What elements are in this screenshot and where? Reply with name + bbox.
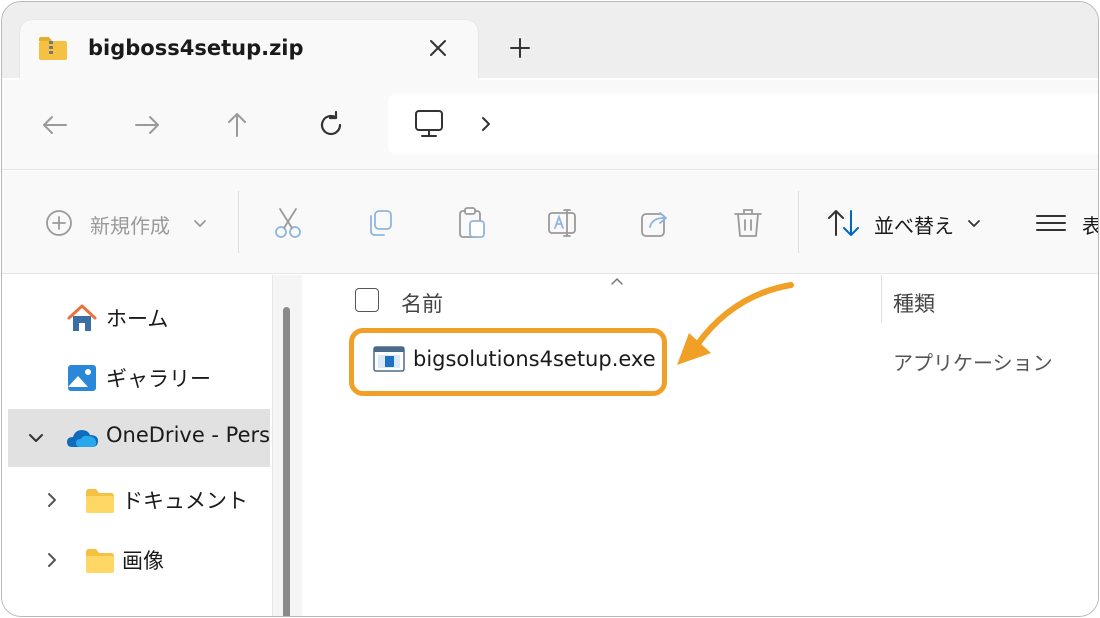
chevron-down-icon[interactable]: [192, 205, 208, 241]
sidebar-item-gallery[interactable]: ギャラリー: [2, 349, 270, 407]
gallery-icon: [68, 365, 96, 391]
folder-icon: [86, 549, 114, 573]
sort-button[interactable]: 並べ替え: [874, 210, 954, 239]
file-name[interactable]: bigsolutions4setup.exe: [413, 347, 656, 371]
divider: [238, 191, 239, 253]
divider: [798, 191, 799, 253]
home-icon: [67, 304, 97, 331]
folder-icon: [86, 489, 114, 513]
rename-icon[interactable]: [546, 205, 582, 241]
sidebar-item-label: ホーム: [106, 307, 169, 331]
chevron-right-icon[interactable]: [42, 549, 62, 571]
copy-icon[interactable]: [362, 205, 398, 241]
sidebar-item-onedrive[interactable]: OneDrive - Perso: [8, 409, 270, 467]
zip-folder-icon: [39, 37, 67, 60]
view-button[interactable]: 表: [1082, 210, 1098, 239]
tab-bar: bigboss4setup.zip: [2, 2, 1098, 80]
file-type: アプリケーション: [893, 351, 1053, 375]
paste-icon[interactable]: [454, 205, 490, 241]
onedrive-cloud-icon: [67, 430, 98, 447]
tab-title: bigboss4setup.zip: [88, 36, 304, 60]
tab-zip[interactable]: bigboss4setup.zip: [20, 20, 478, 80]
chevron-down-icon[interactable]: [26, 427, 46, 449]
chevron-right-icon[interactable]: [476, 112, 496, 136]
arrow-left-icon[interactable]: [38, 108, 72, 142]
application-icon: [373, 346, 405, 372]
sidebar-item-label: ドキュメント: [122, 489, 248, 513]
arrow-right-icon[interactable]: [130, 108, 164, 142]
sidebar-item-label: ギャラリー: [106, 367, 211, 391]
sidebar-item-label: OneDrive - Perso: [106, 423, 270, 447]
monitor-icon: [415, 110, 443, 137]
column-header-type[interactable]: 種類: [893, 288, 935, 318]
sidebar-item-documents[interactable]: ドキュメント: [2, 471, 270, 529]
scrollbar-thumb[interactable]: [283, 307, 290, 616]
sidebar-scrollbar[interactable]: [272, 275, 302, 616]
sidebar-item-home[interactable]: ホーム: [2, 289, 270, 347]
delete-icon[interactable]: [730, 205, 766, 241]
new-button[interactable]: 新規作成: [90, 210, 170, 239]
view-list-icon[interactable]: [1034, 205, 1068, 241]
plus-icon[interactable]: [506, 34, 534, 62]
navigation-pane: ホーム ギャラリー OneDrive - Perso ドキュメント 画像: [2, 275, 302, 616]
close-icon[interactable]: [424, 34, 452, 62]
column-header-name[interactable]: 名前: [401, 288, 443, 318]
navigation-bar: [2, 80, 1098, 170]
sort-icon[interactable]: [826, 205, 862, 241]
cut-icon[interactable]: [270, 205, 306, 241]
sidebar-item-pictures[interactable]: 画像: [2, 531, 270, 589]
chevron-right-icon[interactable]: [42, 489, 62, 511]
refresh-icon[interactable]: [314, 108, 348, 142]
file-list: 名前 種類 bigsolutions4setup.exe アプリケーション: [303, 275, 1098, 616]
share-icon[interactable]: [638, 205, 674, 241]
plus-circle-icon[interactable]: [44, 205, 74, 241]
select-all-checkbox[interactable]: [355, 288, 379, 312]
file-explorer-window: bigboss4setup.zip 新規作成 並べ替え ホーム ギャラリー On…: [1, 1, 1099, 617]
address-bar[interactable]: [388, 94, 1098, 154]
sort-caret-up-icon: [611, 277, 623, 285]
column-divider[interactable]: [881, 275, 882, 323]
arrow-up-icon[interactable]: [220, 108, 254, 142]
chevron-down-icon[interactable]: [966, 205, 982, 241]
sidebar-item-label: 画像: [122, 549, 164, 573]
command-bar: 新規作成 並べ替え: [2, 171, 1098, 274]
pointer-arrow-annotation: [677, 282, 794, 365]
